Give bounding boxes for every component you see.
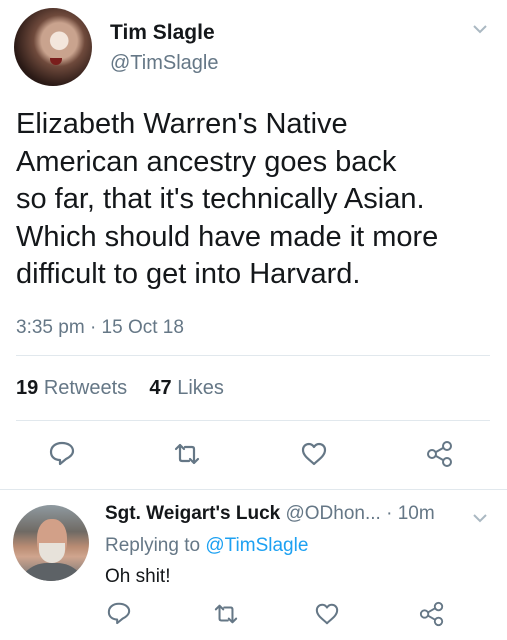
share-icon[interactable] — [425, 440, 455, 468]
reply-header: Sgt. Weigart's Luck @ODhon... · 10m — [105, 503, 435, 525]
retweets-count: 19 — [16, 377, 39, 399]
avatar-beard — [39, 543, 65, 563]
like-icon[interactable] — [314, 602, 340, 626]
tweet-date: 15 Oct 18 — [101, 317, 184, 338]
avatar-shirt — [17, 563, 87, 581]
replying-to: Replying to @TimSlagle — [105, 535, 308, 557]
chevron-down-icon[interactable] — [472, 511, 488, 529]
tweet-timestamp: 3:35 pm · 15 Oct 18 — [16, 317, 184, 339]
author-avatar[interactable] — [14, 8, 92, 86]
reply-author-name[interactable]: Sgt. Weigart's Luck — [105, 503, 280, 524]
reply-author-avatar[interactable] — [13, 505, 89, 581]
retweet-icon[interactable] — [172, 441, 202, 467]
tweet-stats: 19 Retweets 47 Likes — [16, 377, 224, 400]
retweet-icon[interactable] — [212, 602, 240, 626]
like-icon[interactable] — [300, 441, 328, 467]
tweet-time: 3:35 pm — [16, 317, 85, 338]
retweets-label: Retweets — [43, 377, 128, 399]
reply-text: Oh shit! — [105, 566, 171, 587]
likes-stat[interactable]: 47 Likes — [149, 377, 224, 399]
divider — [0, 489, 507, 490]
time-separator: · — [386, 503, 393, 524]
replying-prefix: Replying to — [105, 535, 201, 556]
replying-handle-link[interactable]: @TimSlagle — [205, 535, 308, 556]
author-handle[interactable]: @TimSlagle — [110, 52, 218, 75]
retweets-stat[interactable]: 19 Retweets — [16, 377, 127, 399]
chevron-down-icon[interactable] — [472, 22, 488, 40]
tweet-text: Elizabeth Warren's Native American ances… — [16, 108, 439, 290]
reply-icon[interactable] — [48, 440, 76, 466]
author-name[interactable]: Tim Slagle — [110, 21, 215, 45]
timestamp-separator: · — [89, 317, 97, 338]
avatar-mouth — [50, 58, 62, 65]
divider — [16, 355, 490, 356]
share-icon[interactable] — [418, 601, 446, 627]
reply-icon[interactable] — [106, 601, 132, 625]
divider — [16, 420, 490, 421]
reply-time: 10m — [397, 503, 435, 524]
likes-count: 47 — [149, 377, 172, 399]
reply-author-handle[interactable]: @ODhon... — [285, 503, 380, 524]
likes-label: Likes — [177, 377, 224, 399]
